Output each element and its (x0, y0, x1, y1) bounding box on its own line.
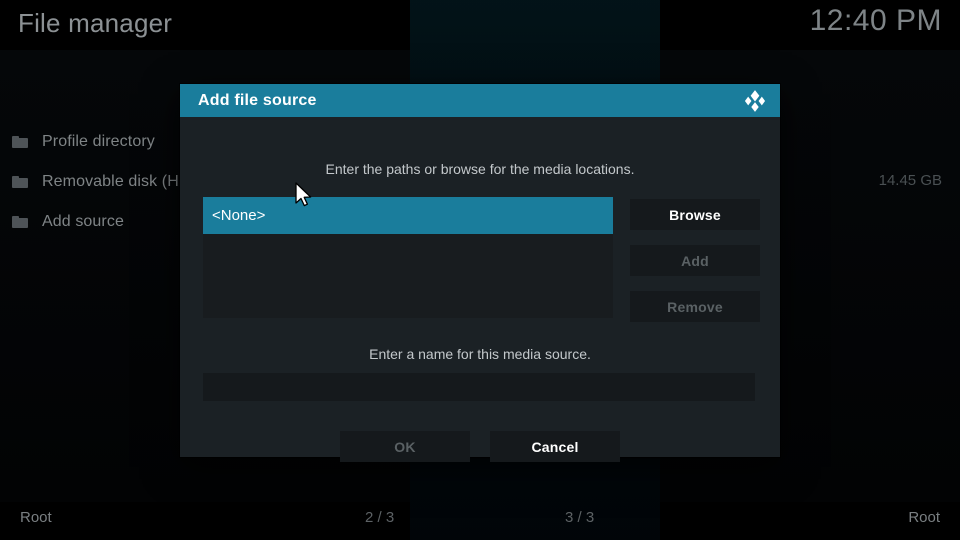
remove-button-label: Remove (667, 298, 723, 315)
kodi-logo-icon (742, 88, 768, 114)
dialog-footer: OK Cancel (180, 431, 780, 462)
status-right-page: 3 / 3 (565, 509, 595, 526)
cancel-button[interactable]: Cancel (490, 431, 620, 462)
list-item-label: Removable disk (H:) (42, 173, 189, 190)
status-left-page: 2 / 3 (365, 509, 395, 526)
name-hint-label: Enter a name for this media source. (369, 346, 591, 362)
ok-button-label: OK (394, 438, 416, 455)
media-source-name-input[interactable] (203, 373, 755, 401)
add-file-source-dialog: Add file source Enter the paths or brows… (180, 84, 780, 462)
folder-icon (12, 216, 28, 228)
removable-disk-size: 14.45 GB (878, 172, 942, 189)
top-bar: File manager 12:40 PM (0, 0, 960, 50)
page-title: File manager (18, 8, 173, 38)
dialog-title: Add file source (198, 91, 317, 109)
status-bar: Root 2 / 3 3 / 3 Root (0, 500, 960, 540)
add-button-label: Add (681, 252, 709, 269)
ok-button[interactable]: OK (340, 431, 470, 462)
paths-hint-label: Enter the paths or browse for the media … (325, 161, 635, 177)
list-item-label: Add source (42, 213, 124, 230)
dialog-body: Enter the paths or browse for the media … (180, 117, 780, 462)
list-item-label: Profile directory (42, 133, 155, 150)
clock: 12:40 PM (809, 4, 942, 37)
path-list-item-label: <None> (212, 207, 266, 224)
cancel-button-label: Cancel (531, 438, 579, 455)
kodi-screen: File manager 12:40 PM Profile directory … (0, 0, 960, 540)
path-list[interactable]: <None> (203, 197, 613, 318)
browse-button[interactable]: Browse (630, 199, 760, 230)
browse-button-label: Browse (669, 206, 721, 223)
status-right-path: Root (908, 509, 940, 526)
folder-icon (12, 176, 28, 188)
remove-button[interactable]: Remove (630, 291, 760, 322)
path-list-item[interactable]: <None> (203, 197, 613, 234)
add-button[interactable]: Add (630, 245, 760, 276)
folder-icon (12, 136, 28, 148)
path-action-buttons: Browse Add Remove (630, 199, 760, 337)
status-left-path: Root (20, 509, 52, 526)
dialog-title-bar: Add file source (180, 84, 780, 117)
